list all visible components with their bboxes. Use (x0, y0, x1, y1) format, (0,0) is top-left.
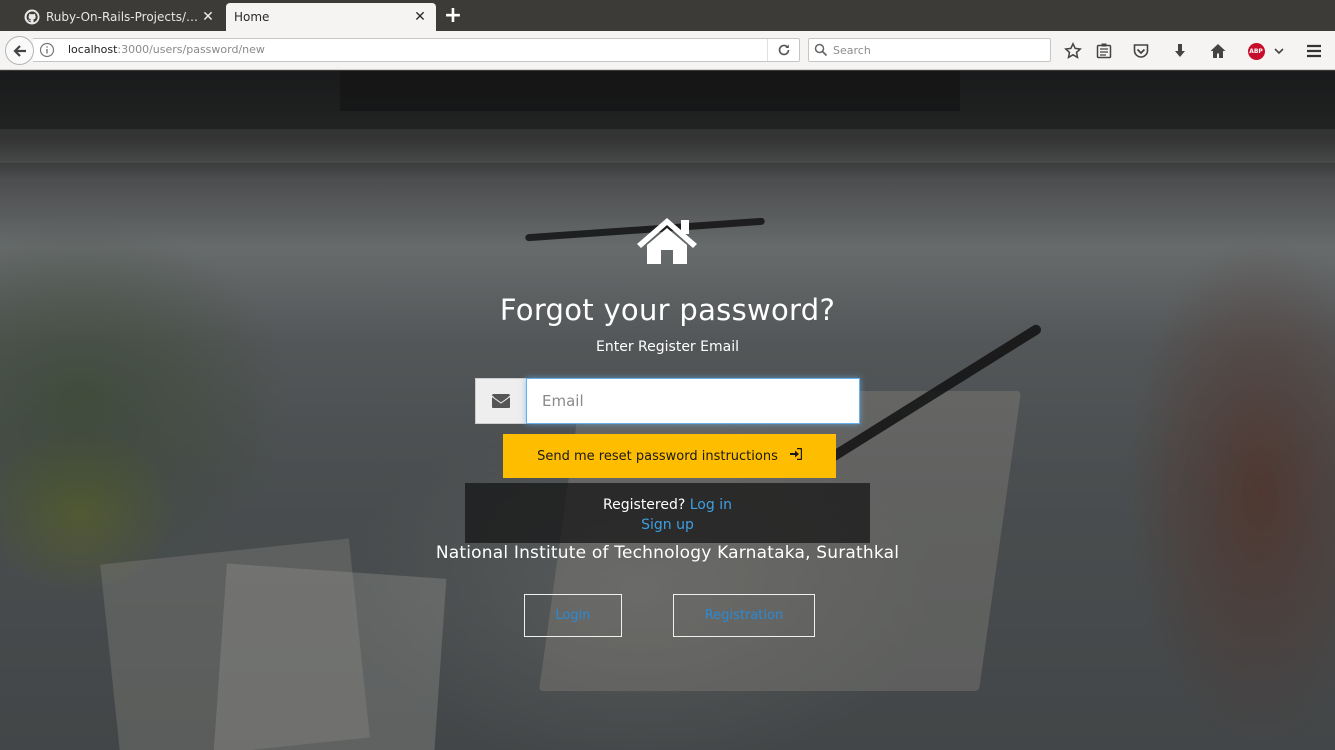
new-tab-button[interactable]: + (442, 4, 464, 28)
pocket-icon[interactable] (1130, 40, 1152, 62)
adblock-icon[interactable]: ABP (1245, 40, 1267, 62)
home-icon[interactable] (1207, 40, 1229, 62)
registered-text: Registered? (603, 497, 686, 513)
envelope-icon (475, 378, 526, 424)
login-link[interactable]: Log in (690, 497, 732, 513)
email-field[interactable] (526, 378, 860, 424)
url-host: localhost (68, 43, 118, 56)
login-prompt-row: Registered? Log in (465, 495, 870, 515)
reload-icon[interactable] (767, 39, 799, 61)
arrow-left-icon (12, 44, 26, 57)
close-icon[interactable]: ✕ (410, 9, 430, 25)
signup-link[interactable]: Sign up (641, 517, 694, 533)
page-title: Forgot your password? (499, 293, 836, 327)
reset-button-label: Send me reset password instructions (537, 448, 778, 464)
page-subtitle: Enter Register Email (596, 339, 739, 355)
auth-links-panel: Registered? Log in Sign up (465, 483, 870, 543)
page-background: Forgot your password? Enter Register Ema… (0, 71, 1335, 750)
search-bar[interactable]: Search (808, 38, 1051, 62)
institute-name: National Institute of Technology Karnata… (435, 543, 900, 563)
close-icon[interactable]: ✕ (198, 9, 218, 25)
navigation-toolbar: localhost:3000/users/password/new Search… (0, 31, 1335, 70)
menu-icon[interactable] (1303, 40, 1325, 62)
send-reset-instructions-button[interactable]: Send me reset password instructions (503, 434, 836, 478)
url-text[interactable]: localhost:3000/users/password/new (68, 43, 265, 56)
bookmark-star-icon[interactable] (1062, 40, 1084, 62)
login-button[interactable]: Login (524, 594, 622, 637)
url-bar[interactable]: localhost:3000/users/password/new (33, 38, 800, 62)
reading-list-icon[interactable] (1093, 40, 1115, 62)
back-button[interactable] (5, 36, 34, 65)
search-placeholder: Search (833, 44, 871, 57)
tab-home[interactable]: Home ✕ (226, 3, 436, 31)
url-path: :3000/users/password/new (117, 43, 265, 56)
tab-title: Ruby-On-Rails-Projects/Log in (46, 10, 198, 24)
chevron-down-icon[interactable] (1268, 40, 1290, 62)
adblock-label: ABP (1247, 42, 1265, 60)
info-icon[interactable] (39, 42, 55, 58)
registration-button[interactable]: Registration (673, 594, 815, 637)
search-icon (814, 42, 828, 61)
github-icon (24, 9, 40, 25)
sign-in-icon (789, 447, 803, 464)
email-input-group (475, 378, 860, 424)
signup-row: Sign up (465, 515, 870, 535)
tab-strip: Ruby-On-Rails-Projects/Log in ✕ Home ✕ + (0, 0, 1335, 31)
home-icon (635, 214, 699, 266)
tab-github[interactable]: Ruby-On-Rails-Projects/Log in ✕ (20, 3, 224, 31)
download-icon[interactable] (1169, 40, 1191, 62)
tab-title: Home (234, 10, 270, 24)
